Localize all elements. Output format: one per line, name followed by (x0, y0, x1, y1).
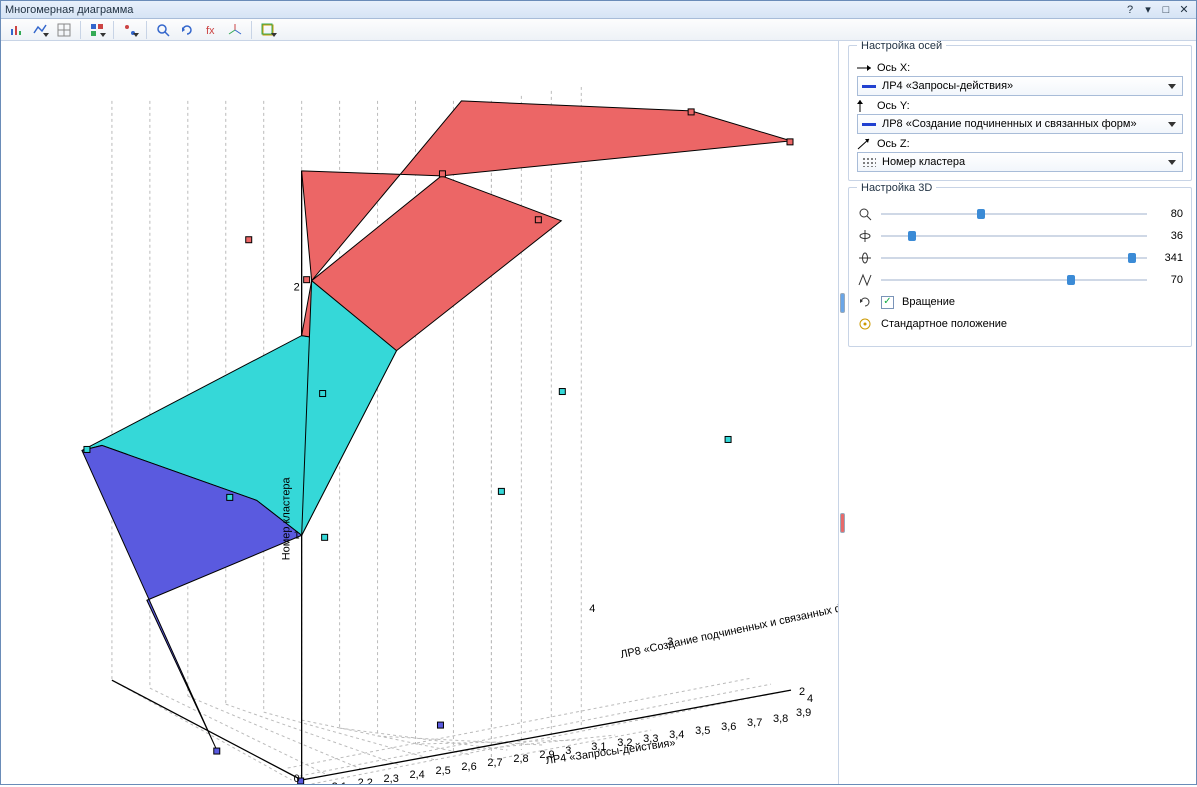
rotation-icon (857, 294, 873, 310)
reset-icon (857, 316, 873, 332)
svg-text:3,1: 3,1 (591, 741, 606, 753)
toolbar-zoom[interactable] (152, 20, 174, 40)
svg-text:2: 2 (799, 686, 805, 698)
svg-text:2,3: 2,3 (384, 773, 399, 784)
toolbar: fx (1, 19, 1196, 41)
maximize-button[interactable]: □ (1158, 3, 1174, 17)
rotate-y-value: 36 (1155, 230, 1183, 242)
svg-text:2,7: 2,7 (487, 757, 502, 769)
perspective-value: 70 (1155, 274, 1183, 286)
toolbar-palette-dropdown[interactable] (86, 20, 108, 40)
svg-text:3,6: 3,6 (721, 721, 736, 733)
svg-text:4: 4 (589, 603, 595, 615)
rotate-x-value: 341 (1155, 252, 1183, 264)
svg-text:2,4: 2,4 (410, 769, 425, 781)
toolbar-separator (146, 21, 147, 39)
rotate-x-slider[interactable] (881, 251, 1147, 265)
axis-z-select[interactable]: Номер кластера (857, 152, 1183, 172)
rotate-y-slider[interactable] (881, 229, 1147, 243)
toolbar-separator (113, 21, 114, 39)
zoom-value: 80 (1155, 208, 1183, 220)
svg-text:2,6: 2,6 (461, 761, 476, 773)
axis-x-value: ЛР4 «Запросы-действия» (882, 80, 1013, 92)
toolbar-function[interactable]: fx (200, 20, 222, 40)
svg-text:2,1: 2,1 (332, 781, 347, 784)
axis-y-label-row: Ось Y: (857, 100, 1183, 112)
axis-z-caption: Ось Z: (877, 138, 910, 150)
axis-z-label-row: Ось Z: (857, 138, 1183, 150)
rotation-checkbox[interactable] (881, 296, 894, 309)
svg-text:3,3: 3,3 (643, 733, 658, 745)
svg-text:1: 1 (294, 529, 300, 541)
help-button[interactable]: ? (1122, 3, 1138, 17)
svg-text:3,2: 3,2 (617, 737, 632, 749)
window-title: Многомерная диаграмма (5, 4, 1120, 16)
svg-text:4: 4 (807, 693, 813, 705)
chart-y-axis-label: ЛР8 «Создание подчиненных и связанных фо… (619, 597, 838, 662)
svg-text:3,9: 3,9 (796, 707, 811, 719)
toolbar-series-dropdown[interactable] (29, 20, 51, 40)
svg-text:3,8: 3,8 (773, 713, 788, 725)
chart-z-axis-label: Номер кластера (281, 476, 293, 560)
toolbar-separator (251, 21, 252, 39)
toolbar-marker-dropdown[interactable] (119, 20, 141, 40)
svg-text:2,2: 2,2 (358, 777, 373, 784)
perspective-icon (857, 272, 873, 288)
svg-text:2,5: 2,5 (435, 765, 450, 777)
zoom-icon (857, 206, 873, 222)
axes-settings-group: Настройка осей Ось X: ЛР4 «Запросы-дейст… (848, 45, 1192, 181)
axis-y-caption: Ось Y: (877, 100, 910, 112)
toolbar-separator (80, 21, 81, 39)
svg-text:2,9: 2,9 (539, 749, 554, 761)
svg-text:3: 3 (667, 636, 673, 648)
chart-3d[interactable]: ЛР4 «Запросы-действия» ЛР8 «Создание под… (1, 41, 839, 784)
axis-x-select[interactable]: ЛР4 «Запросы-действия» (857, 76, 1183, 96)
toolbar-grid[interactable] (53, 20, 75, 40)
rotate-x-icon (857, 250, 873, 266)
pin-button[interactable]: ▾ (1140, 3, 1156, 17)
rotate-y-icon (857, 228, 873, 244)
svg-text:3,4: 3,4 (669, 729, 684, 741)
settings-3d-group: Настройка 3D 80 36 341 (848, 187, 1192, 347)
svg-text:2: 2 (294, 282, 300, 294)
perspective-slider[interactable] (881, 273, 1147, 287)
settings-3d-title: Настройка 3D (857, 182, 936, 194)
svg-text:3: 3 (565, 745, 571, 757)
axis-z-value: Номер кластера (882, 156, 965, 168)
reset-position-button[interactable]: Стандартное положение (857, 316, 1183, 332)
toolbar-3d-axes[interactable] (224, 20, 246, 40)
svg-text:2,8: 2,8 (513, 753, 528, 765)
svg-text:3,7: 3,7 (747, 717, 762, 729)
reset-label: Стандартное положение (881, 318, 1007, 330)
axis-y-select[interactable]: ЛР8 «Создание подчиненных и связанных фо… (857, 114, 1183, 134)
toolbar-refresh[interactable] (176, 20, 198, 40)
zoom-slider[interactable] (881, 207, 1147, 221)
toolbar-chart-type[interactable] (5, 20, 27, 40)
axis-y-icon (857, 100, 871, 112)
svg-text:3,5: 3,5 (695, 725, 710, 737)
svg-text:0: 0 (294, 773, 300, 784)
axis-y-value: ЛР8 «Создание подчиненных и связанных фо… (882, 118, 1137, 130)
axis-x-icon (857, 62, 871, 74)
axes-settings-title: Настройка осей (857, 41, 946, 52)
axis-x-label-row: Ось X: (857, 62, 1183, 74)
splitter-right[interactable] (839, 41, 846, 784)
rotation-label: Вращение (902, 296, 955, 308)
axis-z-icon (857, 138, 871, 150)
axis-x-caption: Ось X: (877, 62, 910, 74)
side-panel: Настройка осей Ось X: ЛР4 «Запросы-дейст… (846, 41, 1196, 784)
window-titlebar: Многомерная диаграмма ? ▾ □ ✕ (1, 1, 1196, 19)
toolbar-view-dropdown[interactable] (257, 20, 279, 40)
svg-text:fx: fx (206, 25, 215, 37)
close-button[interactable]: ✕ (1176, 3, 1192, 17)
